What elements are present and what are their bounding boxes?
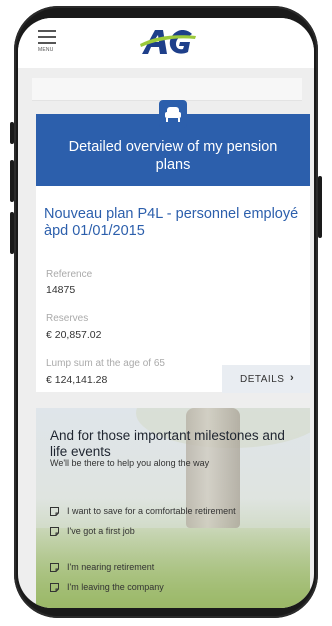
chevron-right-icon: › (290, 372, 294, 384)
details-button[interactable]: DETAILS › (222, 365, 310, 393)
checklist-icon (50, 526, 59, 536)
armchair-icon (159, 100, 187, 128)
phone-power-button (318, 176, 322, 238)
hamburger-icon-line (38, 36, 56, 38)
plan-name: Nouveau plan P4L - personnel employé àpd… (44, 206, 299, 239)
milestone-item-label: I've got a first job (67, 526, 135, 536)
reserves-value: € 20,857.02 (46, 329, 102, 341)
card-title: Detailed overview of my pension plans (68, 139, 278, 173)
milestone-item[interactable]: I want to save for a comfortable retirem… (50, 504, 236, 518)
hamburger-icon-line (38, 42, 56, 44)
details-label: DETAILS (240, 374, 285, 385)
milestones-subtitle: We'll be there to help you along the way (50, 458, 210, 468)
milestone-item-label: I want to save for a comfortable retirem… (67, 506, 236, 516)
milestone-item[interactable]: I'm leaving the company (50, 580, 164, 594)
previous-section-edge (32, 78, 302, 101)
hamburger-icon-line (38, 30, 56, 32)
milestone-item-label: I'm leaving the company (67, 582, 164, 592)
ag-logo-icon[interactable] (138, 24, 198, 58)
checklist-icon (50, 562, 59, 572)
menu-button[interactable]: MENU (38, 30, 60, 56)
card-header: Detailed overview of my pension plans (36, 100, 310, 186)
lump-sum-value: € 124,141.28 (46, 374, 108, 386)
milestone-item-label: I'm nearing retirement (67, 562, 155, 572)
lump-sum-label: Lump sum at the age of 65 (46, 358, 165, 369)
reserves-label: Reserves (46, 313, 89, 324)
milestone-item[interactable]: I'm nearing retirement (50, 560, 154, 574)
checklist-icon (50, 506, 59, 516)
menu-label: MENU (38, 47, 54, 53)
phone-volume-down (10, 212, 14, 254)
phone-volume-up (10, 160, 14, 202)
milestone-item[interactable]: I've got a first job (50, 524, 135, 538)
milestones-title: And for those important milestones and l… (50, 428, 285, 459)
pension-overview-card: Detailed overview of my pension plans No… (36, 100, 310, 393)
phone-screen: MENU Detailed overview of my pension pla… (18, 18, 314, 608)
phone-mute-switch (10, 122, 14, 144)
reference-value: 14875 (46, 284, 76, 296)
app-header: MENU (18, 18, 314, 68)
reference-label: Reference (46, 269, 93, 280)
milestones-section: And for those important milestones and l… (36, 408, 310, 608)
checklist-icon (50, 582, 59, 592)
